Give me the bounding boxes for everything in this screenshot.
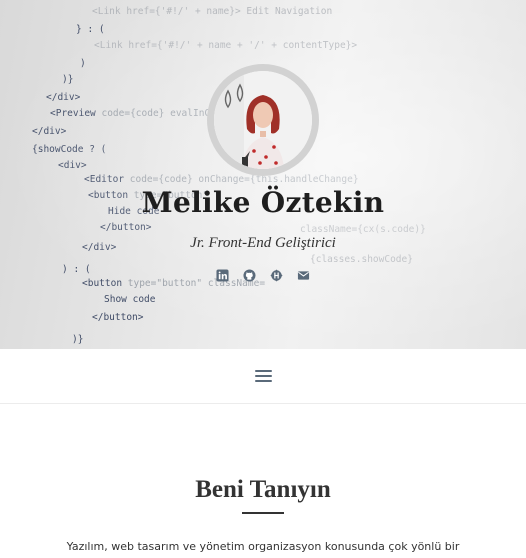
github-icon	[243, 269, 256, 282]
profile-avatar-frame	[207, 64, 319, 176]
email-link[interactable]	[296, 268, 311, 283]
linkedin-link[interactable]	[215, 268, 230, 283]
linkedin-icon	[216, 269, 229, 282]
profile-role: Jr. Front-End Geliştirici	[190, 235, 336, 251]
hamburger-menu-icon[interactable]	[252, 367, 274, 385]
github-link[interactable]	[242, 268, 257, 283]
profile-name: Melike Öztekin	[141, 186, 385, 219]
about-section-title: Beni Tanıyın	[195, 476, 331, 503]
title-divider	[242, 512, 284, 514]
hero-header: <Link href={'#!/' + name}> Edit Navigati…	[0, 0, 526, 349]
hashnode-link[interactable]	[269, 268, 284, 283]
profile-avatar	[214, 71, 312, 169]
hashnode-icon	[270, 269, 283, 282]
social-links	[0, 268, 526, 286]
profile-photo-image	[214, 71, 312, 169]
envelope-icon	[297, 271, 310, 280]
about-description: Yazılım, web tasarım ve yönetim organiza…	[66, 540, 460, 553]
top-navbar	[0, 349, 526, 404]
